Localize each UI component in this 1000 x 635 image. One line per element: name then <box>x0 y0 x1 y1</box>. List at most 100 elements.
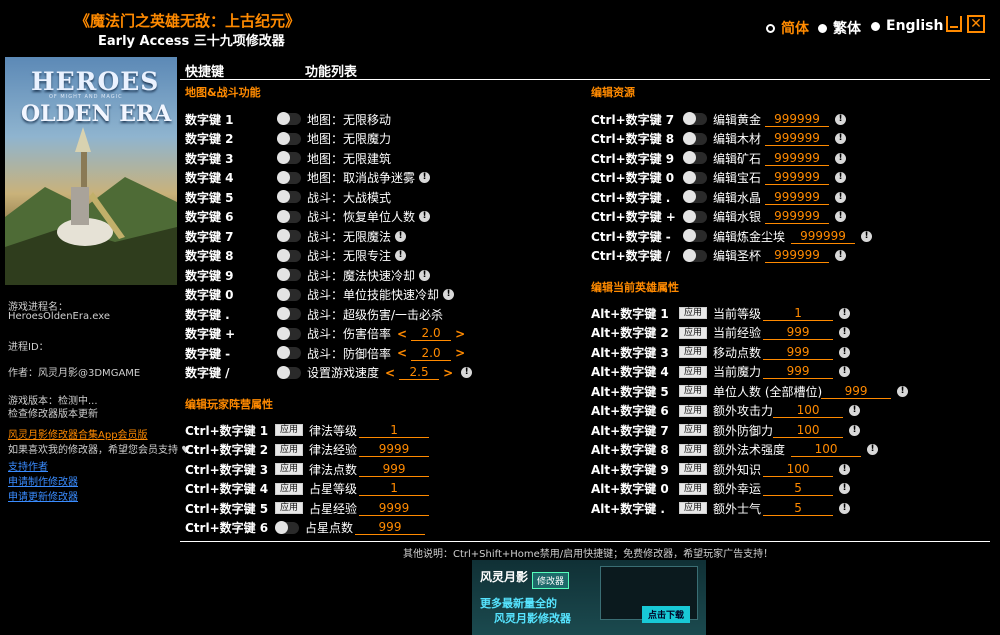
resource-label: 编辑黄金 <box>713 112 762 127</box>
value-field[interactable]: 100 <box>773 403 844 418</box>
value-field[interactable]: 9999 <box>359 442 430 457</box>
apply-button[interactable]: 应用 <box>679 326 708 339</box>
toggle-switch[interactable] <box>683 248 707 262</box>
toggle-switch[interactable] <box>683 131 707 145</box>
ad-banner[interactable]: 风灵月影 修改器 更多最新量全的 风灵月影修改器 点击下载 <box>472 560 706 635</box>
apply-button[interactable]: 应用 <box>679 424 708 436</box>
decrease-arrow-icon[interactable]: < <box>397 346 407 360</box>
value-field[interactable]: 1 <box>359 423 430 438</box>
info-icon: ! <box>395 250 407 261</box>
feature-row: 数字键 . 战斗：超级伤害/一击必杀 <box>185 306 443 322</box>
value-field[interactable]: 999 <box>763 345 834 360</box>
value-field[interactable]: 999 <box>763 325 834 340</box>
lang-english[interactable]: English <box>871 18 943 34</box>
lang-traditional[interactable]: 繁体 <box>818 18 861 38</box>
apply-button[interactable]: 应用 <box>679 307 708 319</box>
toggle-switch[interactable] <box>277 268 301 281</box>
apply-button[interactable]: 应用 <box>275 424 304 436</box>
toggle-switch[interactable] <box>277 190 301 203</box>
apply-button[interactable]: 应用 <box>275 463 304 475</box>
apply-button[interactable]: 应用 <box>679 346 708 358</box>
toggle-switch[interactable] <box>683 229 707 242</box>
update-check-text[interactable]: 检查修改器版本更新 <box>8 405 98 420</box>
close-icon[interactable]: ✕ <box>967 15 985 33</box>
info-icon: ! <box>835 191 846 203</box>
apply-button[interactable]: 应用 <box>275 502 304 514</box>
hotkey-label: Ctrl+数字键 6 <box>185 521 269 535</box>
toggle-switch[interactable] <box>683 209 707 223</box>
toggle-switch[interactable] <box>275 520 299 534</box>
apply-button[interactable]: 应用 <box>679 385 708 397</box>
value-field[interactable]: 100 <box>763 462 834 477</box>
increase-arrow-icon[interactable]: > <box>455 327 465 341</box>
lang-simplified[interactable]: 简体 <box>766 18 809 38</box>
hero-attr-row: Alt+数字键 . 应用 额外士气 5! <box>591 500 851 516</box>
value-field[interactable]: 999999 <box>765 209 829 224</box>
increase-arrow-icon[interactable]: > <box>443 366 453 380</box>
minimize-icon[interactable] <box>946 16 962 32</box>
value-field[interactable]: 999 <box>355 520 425 535</box>
value-field[interactable]: 2.0 <box>411 346 452 361</box>
toggle-switch[interactable] <box>277 307 301 320</box>
value-field[interactable]: 999999 <box>791 229 855 244</box>
value-field[interactable]: 100 <box>791 442 862 457</box>
value-field[interactable]: 2.0 <box>411 326 452 341</box>
value-field[interactable]: 100 <box>773 423 844 438</box>
apply-button[interactable]: 应用 <box>679 365 708 378</box>
hotkey-label: 数字键 3 <box>185 151 234 166</box>
value-field[interactable]: 5 <box>763 481 834 496</box>
toggle-switch[interactable] <box>277 151 301 164</box>
value-field[interactable]: 999999 <box>765 151 829 166</box>
attr-label: 占星点数 <box>305 521 354 535</box>
apply-button[interactable]: 应用 <box>679 443 708 456</box>
toggle-switch[interactable] <box>277 287 301 301</box>
value-field[interactable]: 999999 <box>765 248 829 263</box>
apply-button[interactable]: 应用 <box>275 443 304 456</box>
value-field[interactable]: 999 <box>359 462 430 477</box>
hotkey-label: 数字键 . <box>185 307 230 322</box>
value-field[interactable]: 999999 <box>765 170 829 185</box>
value-field[interactable]: 1 <box>763 306 834 321</box>
resource-label: 编辑水晶 <box>713 190 762 205</box>
increase-arrow-icon[interactable]: > <box>455 346 465 360</box>
toggle-switch[interactable] <box>277 170 301 184</box>
toggle-switch[interactable] <box>277 112 301 125</box>
banner-download-button[interactable]: 点击下载 <box>642 606 691 623</box>
info-icon: ! <box>867 444 879 455</box>
value-field[interactable]: 1 <box>359 481 430 496</box>
request-update-link[interactable]: 申请更新修改器 <box>8 488 78 503</box>
toggle-switch[interactable] <box>683 190 707 203</box>
support-author-link[interactable]: 支持作者 <box>8 458 48 473</box>
toggle-switch[interactable] <box>277 365 301 379</box>
value-field[interactable]: 999999 <box>765 190 829 205</box>
app-member-link[interactable]: 风灵月影修改器合集App会员版 <box>8 426 148 441</box>
hero-attr-row: Alt+数字键 5 应用 单位人数 (全部槽位) 999! <box>591 383 909 399</box>
toggle-switch[interactable] <box>277 209 301 223</box>
request-new-link[interactable]: 申请制作修改器 <box>8 473 78 488</box>
value-field[interactable]: 2.5 <box>399 365 440 380</box>
banner-tag: 修改器 <box>532 572 570 589</box>
toggle-switch[interactable] <box>277 248 301 262</box>
apply-button[interactable]: 应用 <box>679 463 708 475</box>
toggle-switch[interactable] <box>277 229 301 242</box>
info-icon: ! <box>443 289 455 300</box>
toggle-switch[interactable] <box>683 170 707 184</box>
value-field[interactable]: 5 <box>763 501 834 516</box>
attr-label: 占星经验 <box>309 501 358 516</box>
value-field[interactable]: 9999 <box>359 501 430 516</box>
value-field[interactable]: 999 <box>821 384 892 399</box>
decrease-arrow-icon[interactable]: < <box>385 366 395 380</box>
value-field[interactable]: 999 <box>763 364 834 379</box>
toggle-switch[interactable] <box>277 326 301 340</box>
toggle-switch[interactable] <box>683 112 707 125</box>
apply-button[interactable]: 应用 <box>679 482 708 495</box>
toggle-switch[interactable] <box>277 131 301 145</box>
toggle-switch[interactable] <box>277 346 301 359</box>
decrease-arrow-icon[interactable]: < <box>397 327 407 341</box>
value-field[interactable]: 999999 <box>765 131 829 146</box>
value-field[interactable]: 999999 <box>765 112 829 127</box>
apply-button[interactable]: 应用 <box>679 502 708 514</box>
toggle-switch[interactable] <box>683 151 707 164</box>
apply-button[interactable]: 应用 <box>679 404 708 417</box>
apply-button[interactable]: 应用 <box>275 482 304 495</box>
